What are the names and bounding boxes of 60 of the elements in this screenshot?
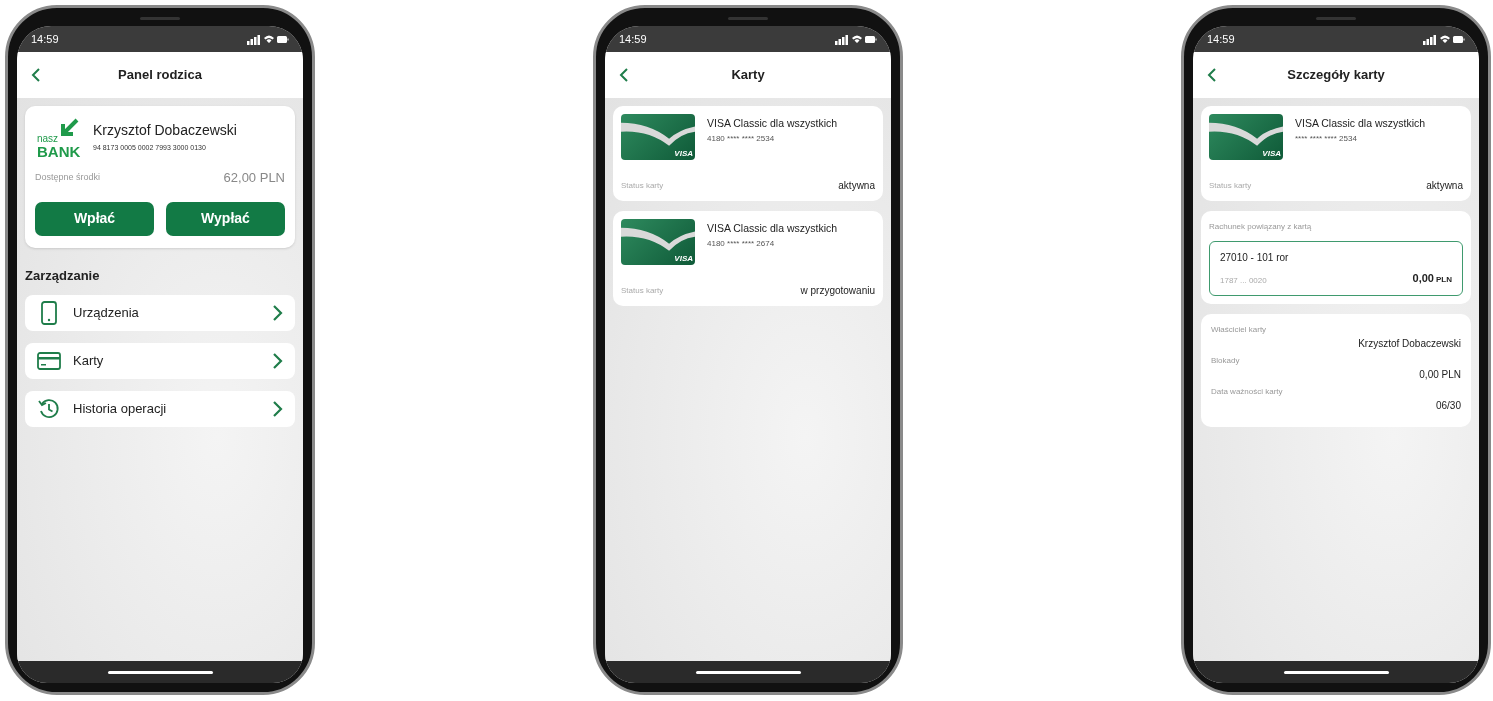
- section-title: Zarządzanie: [25, 266, 101, 285]
- chevron-icon: [272, 400, 283, 418]
- balance-amount: 62,00 PLN: [223, 169, 285, 187]
- history-icon: [38, 398, 60, 420]
- balance-label: Dostępne środki: [35, 171, 101, 184]
- action-button[interactable]: Wypłać: [166, 201, 285, 236]
- status-icons: [835, 33, 877, 45]
- card-number: 4180 **** **** 2674: [707, 237, 776, 250]
- status-time: 14:59: [619, 31, 647, 47]
- account-holder: Krzysztof Dobaczewski: [93, 121, 237, 140]
- detail-value: 06/30: [1435, 398, 1461, 413]
- detail-label: Data ważności karty: [1211, 385, 1284, 398]
- status-time: 14:59: [31, 31, 59, 47]
- card-tile[interactable]: VISA VISA Classic dla wszystkich 4180 **** **** 2534 Status karty aktywna: [613, 106, 883, 201]
- action-button[interactable]: Wpłać: [35, 201, 154, 236]
- account-currency: PLN: [1436, 274, 1452, 286]
- account-amount: 0,00: [1412, 271, 1434, 286]
- menu-item[interactable]: Urządzenia: [25, 295, 295, 331]
- account-number: 1787 ... 0020: [1220, 274, 1267, 287]
- status-label: Status karty: [621, 179, 664, 192]
- status-label: Status karty: [1209, 179, 1252, 192]
- arrow-icon: [59, 118, 79, 138]
- card-status: aktywna: [1426, 179, 1463, 193]
- detail-label: Właściciel karty: [1211, 323, 1268, 336]
- card-name: VISA Classic dla wszystkich: [1295, 116, 1426, 131]
- section-label: Rachunek powiązany z kartą: [1209, 221, 1313, 233]
- status-label: Status karty: [621, 284, 664, 297]
- screen-title: Szczegóły karty: [1287, 66, 1385, 85]
- screen-title: Panel rodzica: [118, 66, 202, 85]
- back-icon: [619, 67, 629, 83]
- account-tile[interactable]: 27010 - 101 ror 1787 ... 0020 0,00 PLN: [1209, 241, 1463, 296]
- card-name: VISA Classic dla wszystkich: [707, 221, 838, 236]
- menu-item[interactable]: Historia operacji: [25, 391, 295, 427]
- back-icon: [31, 67, 41, 83]
- card-status: w przygotowaniu: [800, 284, 875, 298]
- card-status: aktywna: [838, 179, 875, 193]
- screen-title: Karty: [731, 66, 765, 85]
- status-icons: [247, 33, 289, 45]
- card-tile[interactable]: VISA VISA Classic dla wszystkich **** **** **** 2534 Status karty aktywna: [1201, 106, 1471, 201]
- detail-value: Krzysztof Dobaczewski: [1358, 336, 1461, 351]
- menu-item[interactable]: Karty: [25, 343, 295, 379]
- card-name: VISA Classic dla wszystkich: [707, 116, 838, 131]
- status-icons: [1423, 33, 1465, 45]
- back-icon: [1207, 67, 1217, 83]
- chevron-icon: [272, 352, 283, 370]
- visa-logo: VISA: [674, 255, 693, 263]
- detail-label: Blokady: [1211, 354, 1241, 367]
- card-tile[interactable]: VISA VISA Classic dla wszystkich 4180 **** **** 2674 Status karty w przygotowaniu: [613, 211, 883, 306]
- status-time: 14:59: [1207, 31, 1235, 47]
- logo-text: BANK: [37, 144, 81, 159]
- visa-logo: VISA: [674, 150, 693, 158]
- phone-icon: [41, 301, 57, 325]
- card-number: **** **** **** 2534: [1295, 132, 1358, 145]
- card-number: 4180 **** **** 2534: [707, 132, 776, 145]
- detail-value: 0,00 PLN: [1419, 367, 1461, 382]
- account-name: 27010 - 101 ror: [1220, 251, 1290, 265]
- logo-small-text: nasz: [37, 134, 59, 144]
- card-icon: [37, 352, 61, 370]
- chevron-icon: [272, 304, 283, 322]
- visa-logo: VISA: [1262, 150, 1281, 158]
